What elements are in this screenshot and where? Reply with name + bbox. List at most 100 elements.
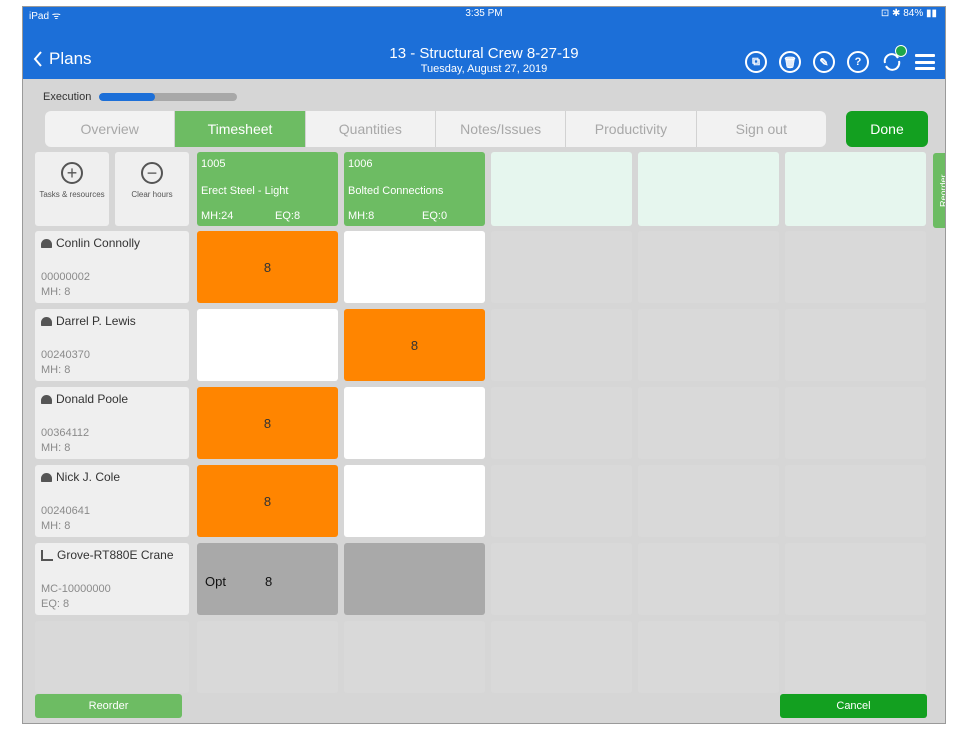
status-time: 3:35 PM — [465, 8, 503, 19]
nav-bar: iPad ᯤ 3:35 PM ⊡ ✱ 84% ▮▮ Plans 13 - Str… — [23, 7, 945, 79]
hours-cell[interactable] — [344, 231, 485, 303]
resource-name: Nick J. Cole — [56, 470, 121, 484]
empty-cell — [785, 309, 926, 381]
hard-hat-icon — [41, 316, 52, 326]
empty-cell — [785, 387, 926, 459]
resource-hours: EQ: 8 — [41, 598, 70, 610]
hours-cell[interactable] — [344, 465, 485, 537]
resource-card[interactable]: Nick J. Cole 00240641 MH: 8 — [35, 465, 189, 537]
empty-cell — [785, 465, 926, 537]
empty-task-slot — [785, 152, 926, 226]
edit-icon[interactable]: ✎ — [813, 51, 835, 73]
empty-cell — [344, 621, 485, 693]
menu-icon[interactable] — [915, 54, 935, 70]
task-header[interactable]: 1005 Erect Steel - Light MH:24 EQ:8 — [197, 152, 338, 226]
plus-icon: + — [61, 162, 83, 184]
empty-cell — [491, 621, 632, 693]
tab-productivity[interactable]: Productivity — [566, 111, 697, 147]
execution-label: Execution — [43, 91, 92, 103]
empty-cell — [491, 543, 632, 615]
empty-cell — [638, 387, 779, 459]
resource-id: 00240641 — [41, 505, 90, 517]
execution-progress: Execution — [43, 91, 238, 103]
hours-cell[interactable]: 8 — [197, 231, 338, 303]
tab-sign-out[interactable]: Sign out — [697, 111, 826, 147]
hours-cell[interactable] — [197, 309, 338, 381]
resource-name: Darrel P. Lewis — [56, 314, 136, 328]
empty-task-slot — [638, 152, 779, 226]
hours-cell[interactable] — [344, 543, 485, 615]
resource-card[interactable]: Donald Poole 00364112 MH: 8 — [35, 387, 189, 459]
minus-icon: − — [141, 162, 163, 184]
hard-hat-icon — [41, 394, 52, 404]
reorder-button[interactable]: Reorder — [35, 694, 182, 718]
hours-cell[interactable]: 8 — [197, 465, 338, 537]
resource-name: Conlin Connolly — [56, 236, 141, 250]
option-label: Opt — [205, 574, 226, 589]
empty-cell — [785, 231, 926, 303]
tab-quantities[interactable]: Quantities — [306, 111, 436, 147]
clear-hours-label: Clear hours — [131, 190, 173, 199]
tab-overview[interactable]: Overview — [45, 111, 176, 147]
task-eq: EQ:0 — [422, 210, 448, 222]
hours-cell[interactable] — [344, 387, 485, 459]
resource-id: MC-10000000 — [41, 583, 111, 595]
task-mh: MH:24 — [201, 210, 234, 222]
hard-hat-icon — [41, 238, 52, 248]
done-button[interactable]: Done — [846, 111, 928, 147]
add-tasks-resources-button[interactable]: + Tasks & resources — [35, 152, 109, 226]
hours-value: 8 — [265, 574, 273, 589]
crane-icon — [41, 549, 53, 561]
empty-cell — [785, 543, 926, 615]
task-header[interactable]: 1006 Bolted Connections MH:8 EQ:0 — [344, 152, 485, 226]
task-name: Bolted Connections — [348, 185, 444, 197]
trash-icon[interactable]: 🗑 — [779, 51, 801, 73]
task-code: 1005 — [201, 158, 226, 170]
empty-cell — [638, 543, 779, 615]
task-name: Erect Steel - Light — [201, 185, 289, 197]
resource-name: Grove-RT880E Crane — [57, 548, 174, 562]
resource-card[interactable]: Darrel P. Lewis 00240370 MH: 8 — [35, 309, 189, 381]
resource-hours: MH: 8 — [41, 364, 71, 376]
empty-cell — [638, 309, 779, 381]
empty-cell — [638, 465, 779, 537]
resource-hours: MH: 8 — [41, 442, 71, 454]
hours-cell[interactable]: 8 — [344, 309, 485, 381]
tab-timesheet[interactable]: Timesheet — [175, 111, 306, 147]
tab-notes-issues[interactable]: Notes/Issues — [436, 111, 567, 147]
resource-name: Donald Poole — [56, 392, 129, 406]
app-window: iPad ᯤ 3:35 PM ⊡ ✱ 84% ▮▮ Plans 13 - Str… — [22, 6, 946, 724]
hours-cell[interactable]: Opt 8 — [197, 543, 338, 615]
empty-cell — [197, 621, 338, 693]
clear-hours-button[interactable]: − Clear hours — [115, 152, 189, 226]
task-eq: EQ:8 — [275, 210, 301, 222]
resource-hours: MH: 8 — [41, 520, 71, 532]
empty-cell — [491, 309, 632, 381]
empty-cell — [638, 231, 779, 303]
help-icon[interactable]: ? — [847, 51, 869, 73]
resource-id: 00000002 — [41, 271, 90, 283]
sync-icon[interactable] — [881, 45, 907, 73]
hard-hat-icon — [41, 472, 52, 482]
battery-indicator: ⊡ ✱ 84% ▮▮ — [880, 8, 937, 19]
task-code: 1006 — [348, 158, 373, 170]
empty-resource-slot — [35, 621, 189, 693]
resource-card[interactable]: Grove-RT880E Crane MC-10000000 EQ: 8 — [35, 543, 189, 615]
empty-cell — [785, 621, 926, 693]
resource-id: 00240370 — [41, 349, 90, 361]
hours-cell[interactable]: 8 — [197, 387, 338, 459]
empty-cell — [491, 387, 632, 459]
resource-card[interactable]: Conlin Connolly 00000002 MH: 8 — [35, 231, 189, 303]
tab-bar: Overview Timesheet Quantities Notes/Issues P… — [45, 111, 826, 147]
side-reorder-button[interactable]: Reorder — [933, 153, 945, 228]
status-bar: iPad ᯤ 3:35 PM ⊡ ✱ 84% ▮▮ — [23, 7, 945, 22]
resource-id: 00364112 — [41, 427, 90, 439]
execution-progress-bar — [99, 93, 238, 101]
sync-status-badge — [895, 45, 907, 57]
empty-task-slot — [491, 152, 632, 226]
cancel-button[interactable]: Cancel — [780, 694, 927, 718]
resource-hours: MH: 8 — [41, 286, 71, 298]
copy-icon[interactable]: ⧉ — [745, 51, 767, 73]
task-mh: MH:8 — [348, 210, 375, 222]
empty-cell — [638, 621, 779, 693]
